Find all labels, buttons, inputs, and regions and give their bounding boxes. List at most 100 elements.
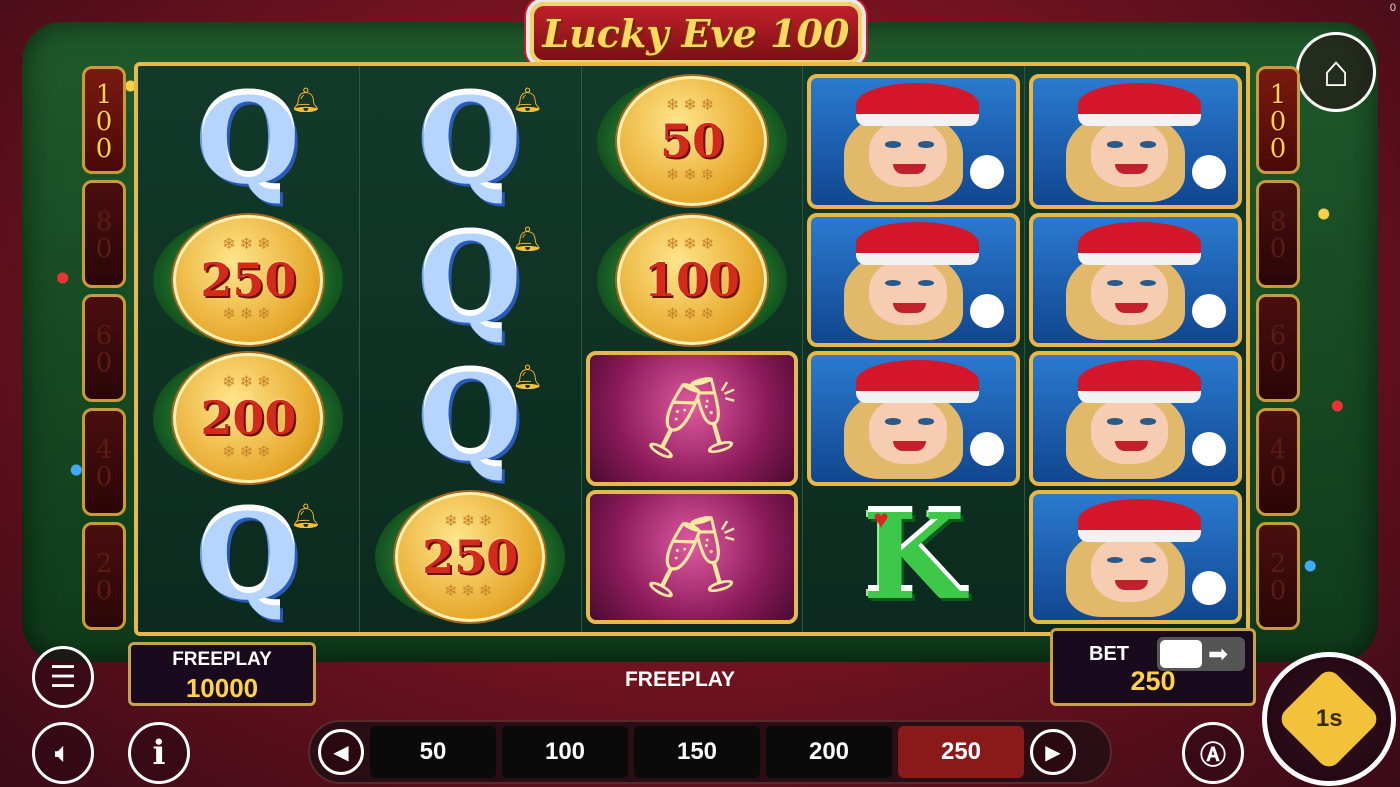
bet-panel: BET ➡ 250 [1050,628,1256,706]
coin: ❄❄❄ 250 ❄❄❄ [395,491,546,622]
multiplier-meter-left: 100 80 60 40 20 [82,66,126,630]
info-icon: i [152,733,166,773]
letter: Q [418,71,522,211]
bet-selector: ◀ 50 100 150 200 250 ▶ [308,720,1112,784]
game-title: Lucky Eve 100 [542,10,850,56]
coin-value: 250 [200,252,297,307]
coin: ❄❄❄ 200 ❄❄❄ [173,353,324,484]
santa-lady-icon [807,212,1021,347]
coin-value: 100 [643,252,740,307]
freeplay-balance: FREEPLAY 10000 [128,642,316,706]
bet-next-button[interactable]: ▶ [1030,729,1076,775]
santa-lady-icon [1029,351,1242,486]
coin-value: 50 [659,114,724,169]
snowflake-icon: ❄❄❄ [222,374,275,392]
reel-column: ❄❄❄ 50 ❄❄❄ ❄❄❄ 100 ❄❄❄ 🥂︎ 🥂︎ [582,66,804,632]
meter-cell: 80 [82,180,126,288]
santa-lady-symbol [1029,489,1242,624]
hamburger-icon: ☰ [49,660,77,694]
autoplay-icon: Ⓐ [1199,739,1226,770]
santa-lady-icon [807,351,1021,486]
slot-reels: Q 🔔︎ ❄❄❄ 250 ❄❄❄ ❄❄❄ 200 ❄❄❄ Q 🔔︎ Q 🔔︎ Q 🔔︎ Q 🔔︎… [134,62,1250,636]
santa-lady-icon [807,74,1021,209]
meter-cell: 40 [82,408,126,516]
meter-cell: 40 [1256,408,1300,516]
game-title-banner: Lucky Eve 100 [530,2,862,64]
champagne-symbol: 🥂︎ [585,351,799,486]
reel-column: K ♥ [803,66,1026,632]
reel-column: Q 🔔︎ Q 🔔︎ Q 🔔︎ ❄❄❄ 250 ❄❄❄ [360,66,582,632]
bell-icon: 🔔︎ [290,87,321,114]
coin: ❄❄❄ 250 ❄❄❄ [173,214,324,345]
bell-icon: 🔔︎ [512,364,543,391]
letter: Q [197,71,300,211]
q-symbol: Q 🔔︎ [142,490,355,625]
bet-prev-button[interactable]: ◀ [318,729,364,775]
snowflake-icon: ❄❄❄ [444,512,497,530]
santa-lady-icon [1029,74,1242,209]
snowflake-icon: ❄❄❄ [665,97,719,115]
santa-lady-symbol [1029,351,1242,486]
spin-button[interactable]: 1s [1262,652,1396,786]
coin-symbol: ❄❄❄ 250 ❄❄❄ [364,490,577,625]
freeplay-label: FREEPLAY [172,649,272,670]
bet-option[interactable]: 200 [766,726,892,778]
bet-option-selected[interactable]: 250 [898,726,1024,778]
santa-lady-icon [1029,489,1242,624]
coin-value: 200 [200,391,297,446]
coin-symbol: ❄❄❄ 200 ❄❄❄ [142,351,355,486]
wreath: ❄❄❄ 250 ❄❄❄ [375,491,566,622]
santa-lady-symbol [807,351,1021,486]
status-message: FREEPLAY [624,668,736,691]
wreath: ❄❄❄ 100 ❄❄❄ [596,214,787,345]
q-symbol: Q 🔔︎ [364,351,577,486]
bet-label: BET [1089,643,1129,665]
coin-symbol: ❄❄❄ 100 ❄❄❄ [586,213,799,348]
wreath: ❄❄❄ 250 ❄❄❄ [153,214,344,345]
santa-lady-symbol [1029,74,1242,209]
spin-icon: 1s [1276,666,1382,772]
meter-cell: 100 [82,66,126,174]
snowflake-icon: ❄❄❄ [222,444,275,462]
bet-option[interactable]: 100 [502,726,628,778]
wreath: ❄❄❄ 50 ❄❄❄ [596,76,787,207]
chevron-right-icon: ▶ [1045,741,1061,764]
coin-symbol: ❄❄❄ 50 ❄❄❄ [586,74,799,209]
meter-cell: 20 [1256,522,1300,630]
coin-symbol: ❄❄❄ 250 ❄❄❄ [142,213,355,348]
home-button[interactable]: ⌂ [1296,32,1376,112]
autoplay-button[interactable]: Ⓐ [1182,722,1244,784]
bet-option[interactable]: 150 [634,726,760,778]
reel-column: Q 🔔︎ ❄❄❄ 250 ❄❄❄ ❄❄❄ 200 ❄❄❄ Q 🔔︎ [138,66,360,632]
meter-cell: 100 [1256,66,1300,174]
multiplier-meter-right: 100 80 60 40 20 [1256,66,1300,630]
santa-lady-symbol [1029,212,1242,347]
stocking-icon: ♥ [873,503,889,534]
bet-option[interactable]: 50 [370,726,496,778]
arrow-right-icon: ➡ [1208,640,1229,668]
letter: Q [418,209,522,349]
freeplay-value: 10000 [185,673,259,703]
letter: Q [197,486,300,626]
chevron-left-icon: ◀ [333,741,349,764]
santa-lady-symbol [807,74,1021,209]
bet-value: 250 [1130,666,1176,696]
home-icon: ⌂ [1322,47,1350,96]
sound-button[interactable]: 🔈︎ [32,722,94,784]
q-symbol: Q 🔔︎ [364,213,577,348]
menu-button[interactable]: ☰ [32,646,94,708]
snowflake-icon: ❄❄❄ [665,235,719,253]
santa-lady-icon [1029,212,1242,347]
snowflake-icon: ❄❄❄ [222,235,275,253]
reel-column [1025,66,1246,632]
info-button[interactable]: i [128,722,190,784]
q-symbol: Q 🔔︎ [364,74,577,209]
k-symbol: K ♥ [807,490,1020,625]
champagne-icon: 🥂︎ [585,351,799,486]
snowflake-icon: ❄❄❄ [222,305,275,323]
letter: Q [418,348,522,488]
meter-cell: 60 [82,294,126,402]
corner-counter: 0 [1389,2,1396,14]
meter-cell: 80 [1256,180,1300,288]
speaker-icon: 🔈︎ [54,736,72,768]
